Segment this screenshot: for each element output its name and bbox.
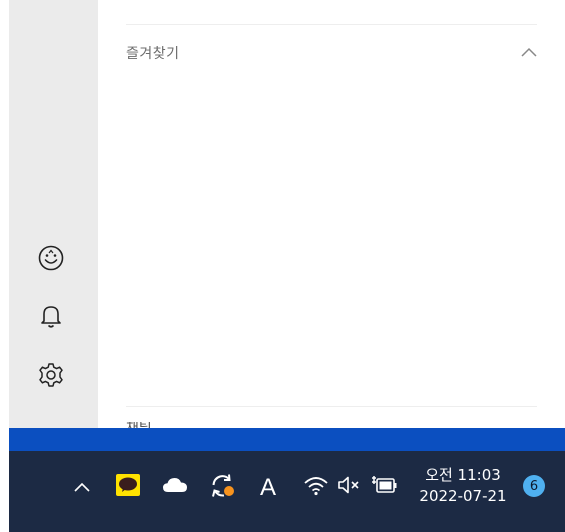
chevron-up-icon[interactable] <box>521 44 537 62</box>
window-edge-strip <box>0 428 565 451</box>
divider <box>126 24 537 25</box>
favorites-panel: 즐겨찾기 채팅 <box>98 0 565 428</box>
chevron-up-icon <box>74 479 90 497</box>
sync-icon <box>208 471 238 506</box>
notification-center-badge[interactable]: 6 <box>523 475 545 497</box>
sync-tray-button[interactable] <box>208 473 238 503</box>
settings-button[interactable] <box>33 359 69 395</box>
kakaotalk-icon <box>115 473 141 502</box>
ime-mode-button[interactable]: A <box>255 473 281 503</box>
clock-time: 오전 11:03 <box>425 466 501 484</box>
ime-label: A <box>259 474 276 501</box>
onedrive-tray-button[interactable] <box>162 476 188 498</box>
network-tray-button[interactable] <box>302 474 330 500</box>
favorites-section-header[interactable]: 즐겨찾기 <box>126 36 537 70</box>
bell-icon <box>38 302 64 335</box>
smiley-icon <box>37 244 65 277</box>
clock-date: 2022-07-21 <box>419 487 507 505</box>
kakaotalk-tray-button[interactable] <box>115 473 141 502</box>
favorites-title: 즐겨찾기 <box>126 46 180 62</box>
divider <box>126 406 537 407</box>
side-rail <box>9 0 98 428</box>
gear-icon <box>37 361 65 394</box>
volume-tray-button[interactable] <box>337 475 363 499</box>
show-hidden-icons-button[interactable] <box>70 476 94 500</box>
volume-muted-icon <box>337 475 363 500</box>
battery-charging-icon <box>371 474 399 501</box>
wifi-icon <box>303 474 329 501</box>
battery-tray-button[interactable] <box>371 474 399 500</box>
notifications-button[interactable] <box>33 300 69 336</box>
cloud-icon <box>162 476 188 499</box>
emoji-button[interactable] <box>33 242 69 278</box>
taskbar-clock[interactable]: 오전 11:03 2022-07-21 <box>411 463 515 511</box>
